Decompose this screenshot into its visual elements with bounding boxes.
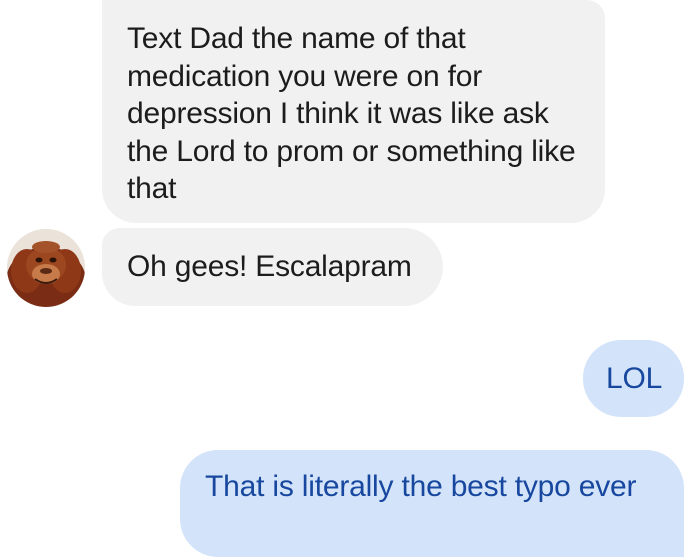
orangutan-avatar-icon (7, 229, 85, 307)
chat-thread: Text Dad the name of that medication you… (0, 0, 700, 557)
contact-avatar[interactable] (7, 229, 85, 307)
incoming-message-bubble[interactable]: Text Dad the name of that medication you… (102, 0, 605, 223)
message-text: Text Dad the name of that medication you… (127, 22, 576, 205)
message-text: Oh gees! Escalapram (127, 250, 412, 283)
message-text: That is literally the best typo ever (205, 470, 637, 503)
incoming-message-bubble[interactable]: Oh gees! Escalapram (102, 228, 443, 306)
message-text: LOL (606, 362, 663, 395)
outgoing-message-bubble[interactable]: LOL (583, 340, 684, 417)
outgoing-message-bubble[interactable]: That is literally the best typo ever (180, 450, 684, 557)
